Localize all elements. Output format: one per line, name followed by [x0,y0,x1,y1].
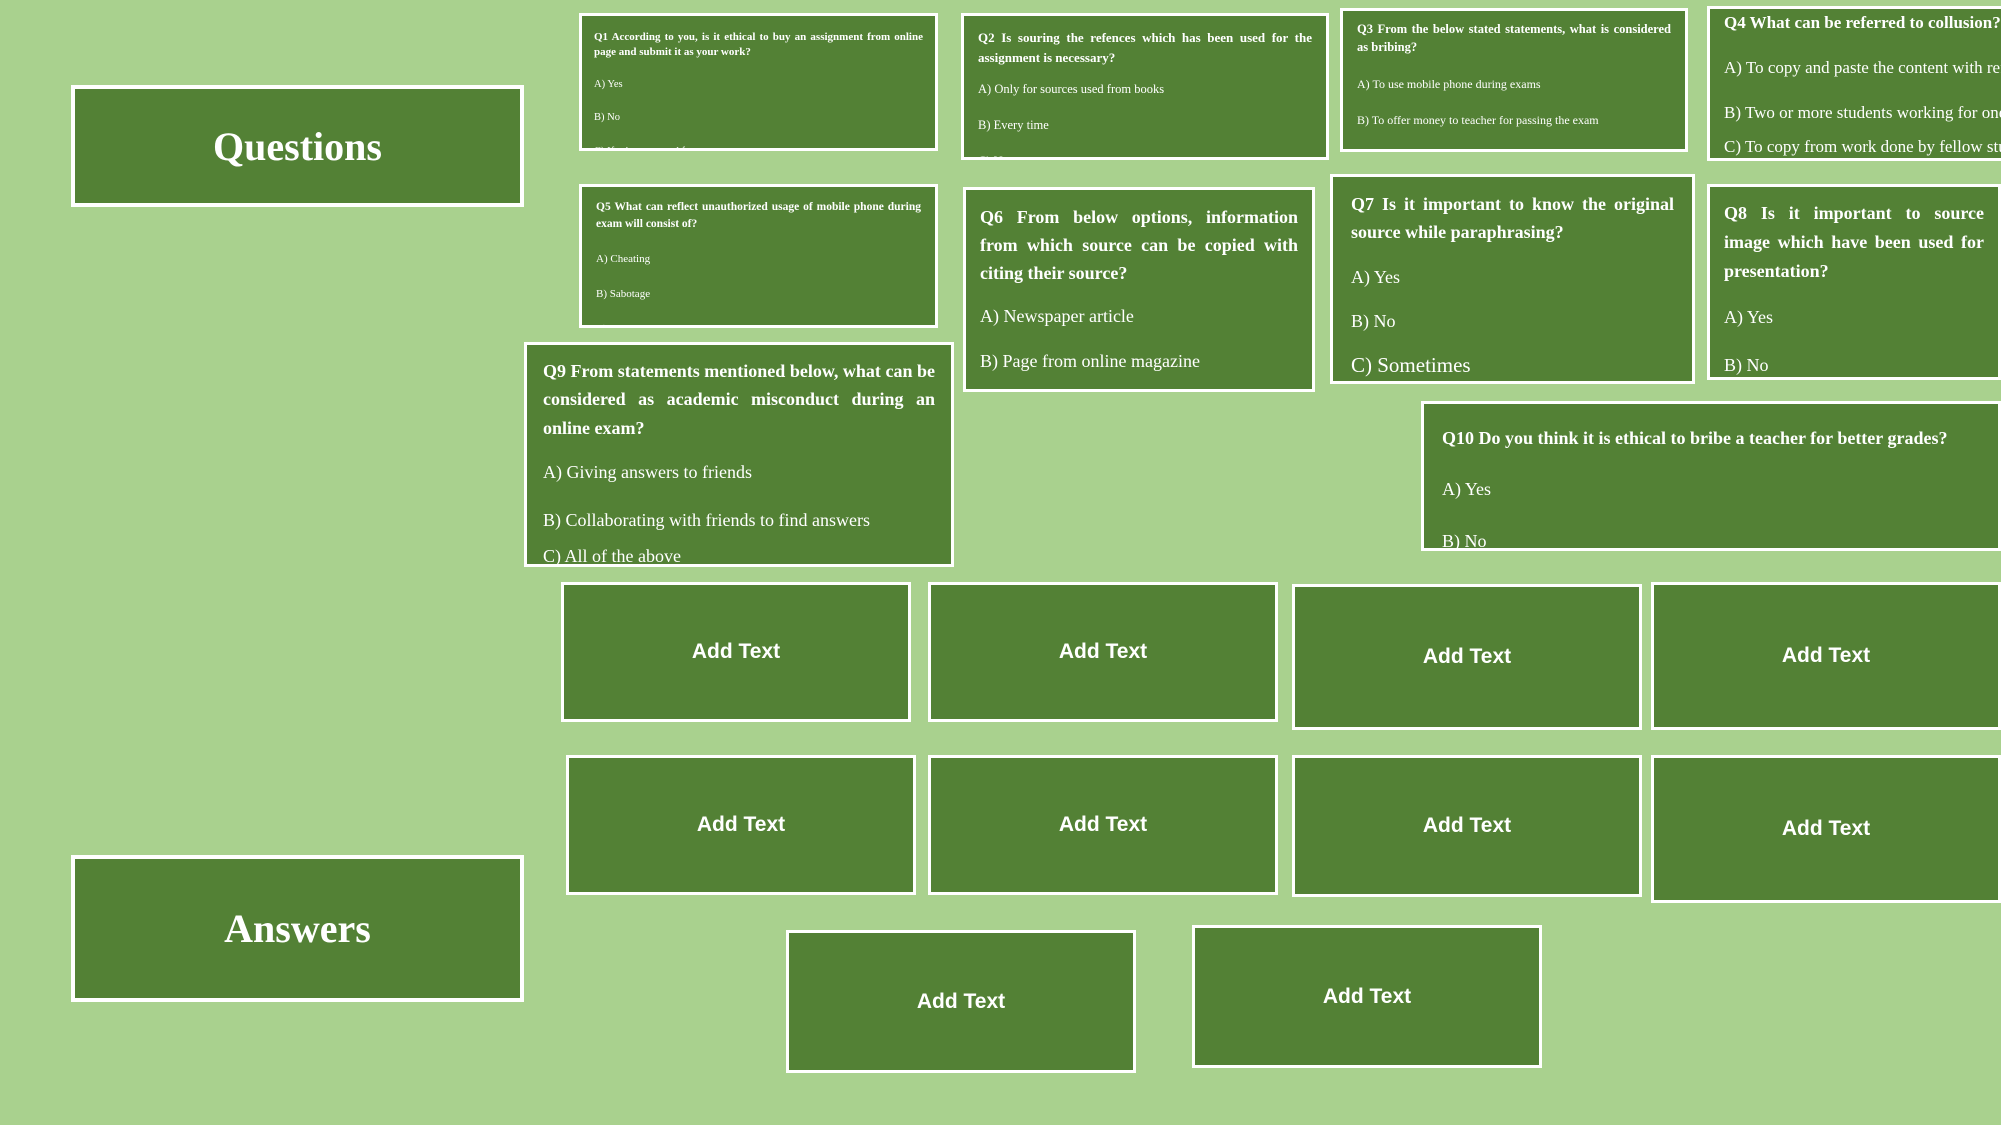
q5-heading: Q5 What can reflect unauthorized usage o… [596,201,921,231]
q3-option-a[interactable]: A) To use mobile phone during exams [1357,77,1671,91]
add-text-label: Add Text [1322,984,1412,1008]
q1-option-c[interactable]: C) If prior approved from tutor [594,146,923,148]
q7-option-c[interactable]: C) Sometimes [1351,353,1674,378]
answer-placeholder-1[interactable]: Add Text [561,582,911,722]
q10-option-a[interactable]: A) Yes [1442,479,1980,501]
answer-placeholder-4[interactable]: Add Text [1651,582,2001,730]
add-text-label: Add Text [691,640,781,663]
q6-option-a[interactable]: A) Newspaper article [980,306,1298,328]
q1-heading: Q1 According to you, is it ethical to bu… [594,31,923,58]
answer-placeholder-7[interactable]: Add Text [1292,755,1642,897]
questions-section-title[interactable]: Questions [71,85,524,207]
question-card-q4[interactable]: Q4 What can be referred to collusion? A)… [1707,6,2001,161]
q7-option-b[interactable]: B) No [1351,311,1674,333]
q2-heading: Q2 Is souring the refences which has bee… [978,30,1312,66]
q9-heading: Q9 From statements mentioned below, what… [543,361,935,438]
q6-option-b[interactable]: B) Page from online magazine [980,351,1298,373]
answer-placeholder-8[interactable]: Add Text [1651,755,2001,903]
q2-option-b[interactable]: B) Every time [978,118,1312,133]
add-text-label: Add Text [1058,813,1148,836]
question-card-q5[interactable]: Q5 What can reflect unauthorized usage o… [579,184,938,328]
q6-heading: Q6 From below options, information from … [980,207,1298,283]
q6-option-c[interactable]: C) None of the above [980,387,1298,389]
q4-option-b[interactable]: B) Two or more students working for one … [1724,103,2001,123]
q9-option-a[interactable]: A) Giving answers to friends [543,462,935,484]
q8-heading: Q8 Is it important to source image which… [1724,203,1984,281]
q9-option-c[interactable]: C) All of the above [543,546,935,565]
q1-option-b[interactable]: B) No [594,112,923,125]
question-card-q6[interactable]: Q6 From below options, information from … [963,187,1315,392]
q5-option-a[interactable]: A) Cheating [596,253,921,266]
answer-placeholder-9[interactable]: Add Text [786,930,1136,1073]
answers-section-title[interactable]: Answers [71,855,524,1002]
question-card-q2[interactable]: Q2 Is souring the refences which has bee… [961,13,1329,160]
question-card-q9[interactable]: Q9 From statements mentioned below, what… [524,342,954,567]
q3-option-b[interactable]: B) To offer money to teacher for passing… [1357,113,1671,127]
q4-option-a[interactable]: A) To copy and paste the content with re… [1724,58,2001,78]
answer-placeholder-2[interactable]: Add Text [928,582,1278,722]
add-text-label: Add Text [916,989,1006,1013]
q10-option-b[interactable]: B) No [1442,531,1980,548]
q2-option-a[interactable]: A) Only for sources used from books [978,82,1312,97]
answer-placeholder-10[interactable]: Add Text [1192,925,1542,1068]
answer-placeholder-6[interactable]: Add Text [928,755,1278,895]
q9-option-b[interactable]: B) Collaborating with friends to find an… [543,510,935,532]
q8-option-a[interactable]: A) Yes [1724,307,1984,329]
question-card-q8[interactable]: Q8 Is it important to source image which… [1707,184,2001,380]
q3-option-c[interactable]: C) None of the above [1357,150,1671,152]
answer-placeholder-5[interactable]: Add Text [566,755,916,895]
answer-placeholder-3[interactable]: Add Text [1292,584,1642,730]
add-text-label: Add Text [1058,640,1148,663]
q2-option-c[interactable]: C) Not necessary [978,154,1312,157]
slide-canvas: Questions Answers Q1 According to you, i… [0,0,2001,1125]
q8-option-b[interactable]: B) No [1724,355,1984,377]
question-card-q3[interactable]: Q3 From the below stated statements, wha… [1340,8,1688,152]
answers-title-label: Answers [224,906,371,951]
q7-option-a[interactable]: A) Yes [1351,267,1674,289]
q1-option-a[interactable]: A) Yes [594,79,923,92]
q10-heading: Q10 Do you think it is ethical to bribe … [1442,428,1948,448]
add-text-label: Add Text [1781,644,1871,667]
q5-option-c[interactable]: C) Plagiarism [596,323,921,325]
add-text-label: Add Text [1422,814,1512,837]
question-card-q10[interactable]: Q10 Do you think it is ethical to bribe … [1421,401,2001,551]
question-card-q1[interactable]: Q1 According to you, is it ethical to bu… [579,13,938,151]
q4-option-c[interactable]: C) To copy from work done by fellow stud… [1724,137,2001,157]
questions-title-label: Questions [213,123,382,169]
question-card-q7[interactable]: Q7 Is it important to know the original … [1330,174,1695,384]
add-text-label: Add Text [1781,817,1871,840]
add-text-label: Add Text [696,813,786,836]
q4-heading: Q4 What can be referred to collusion? [1724,13,2001,32]
add-text-label: Add Text [1422,645,1512,668]
q3-heading: Q3 From the below stated statements, wha… [1357,22,1671,54]
q5-option-b[interactable]: B) Sabotage [596,288,921,301]
q7-heading: Q7 Is it important to know the original … [1351,194,1674,242]
